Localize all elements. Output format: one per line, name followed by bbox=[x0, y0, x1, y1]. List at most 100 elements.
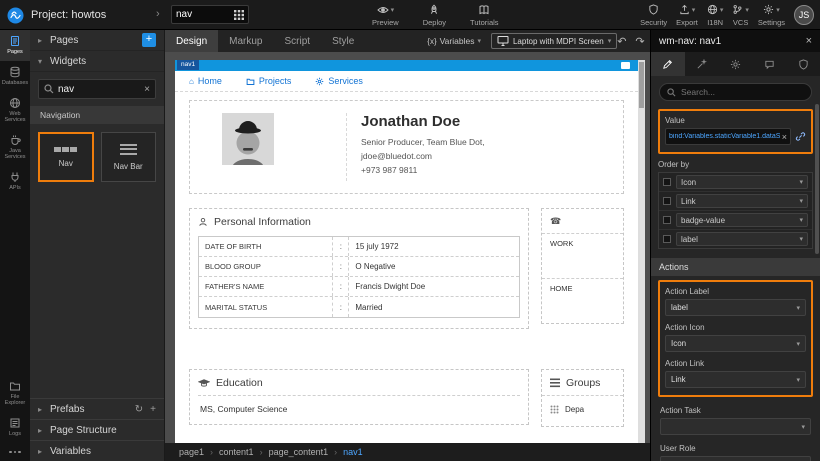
add-prefab-icon[interactable]: + bbox=[150, 404, 156, 415]
tab-style[interactable]: Style bbox=[321, 30, 365, 52]
breadcrumb-nav1[interactable]: nav1 bbox=[343, 447, 363, 457]
link-icon[interactable] bbox=[795, 131, 806, 142]
tab-markup[interactable]: Markup bbox=[218, 30, 273, 52]
rail-item-web-services[interactable]: Web Services bbox=[0, 92, 30, 129]
center-area: Design Markup Script Style {x} Variables… bbox=[165, 30, 650, 461]
profile-info: Jonathan Doe Senior Producer, Team Blue … bbox=[346, 113, 485, 181]
deploy-button[interactable]: Deploy bbox=[423, 4, 446, 27]
close-icon[interactable]: × bbox=[806, 35, 812, 47]
widget-card-nav[interactable]: Nav bbox=[38, 132, 94, 182]
properties-search[interactable] bbox=[659, 83, 812, 101]
more-icon[interactable] bbox=[0, 443, 30, 461]
clear-bind-icon[interactable]: × bbox=[782, 132, 787, 142]
order-dropdown[interactable]: badge-value▾ bbox=[676, 213, 808, 227]
profile-role: Senior Producer, Team Blue Dot, bbox=[361, 137, 485, 147]
checkbox[interactable] bbox=[663, 178, 671, 186]
vcs-button[interactable]: ▾ VCS bbox=[732, 4, 749, 27]
value-label: Value bbox=[665, 116, 806, 125]
nav-widget-selected[interactable]: nav1 bbox=[175, 60, 638, 71]
checkbox[interactable] bbox=[663, 235, 671, 243]
widgets-section-header[interactable]: ▾ Widgets bbox=[30, 51, 164, 72]
checkbox[interactable] bbox=[663, 216, 671, 224]
user-avatar[interactable]: JS bbox=[794, 5, 814, 25]
tab-events[interactable] bbox=[752, 52, 786, 76]
security-button[interactable]: Security bbox=[640, 4, 667, 27]
tab-script[interactable]: Script bbox=[274, 30, 322, 52]
nav-link-projects[interactable]: Projects bbox=[246, 76, 292, 86]
properties-search-input[interactable] bbox=[681, 87, 804, 97]
page-preview[interactable]: nav1 ⌂ Home Projects bbox=[175, 60, 638, 443]
chevron-down-icon: ▾ bbox=[38, 57, 45, 66]
tab-styles[interactable] bbox=[685, 52, 719, 76]
action-task-field: Action Task ▾ bbox=[660, 406, 811, 435]
education-panel[interactable]: Education MS, Computer Science bbox=[189, 369, 529, 425]
action-task-select[interactable]: ▾ bbox=[660, 418, 811, 435]
profile-panel[interactable]: Jonathan Doe Senior Producer, Team Blue … bbox=[189, 100, 624, 194]
grid-icon[interactable] bbox=[234, 10, 244, 20]
widget-search-input[interactable] bbox=[58, 84, 140, 95]
page-body: Jonathan Doe Senior Producer, Team Blue … bbox=[175, 92, 638, 427]
refresh-icon[interactable]: ↻ bbox=[135, 404, 143, 415]
add-page-button[interactable]: + bbox=[142, 33, 156, 47]
order-dropdown[interactable]: Link▾ bbox=[676, 194, 808, 208]
settings-button[interactable]: ▾ Settings bbox=[758, 4, 785, 27]
order-dropdown[interactable]: Icon▾ bbox=[676, 175, 808, 189]
i18n-button[interactable]: ▾ I18N bbox=[707, 4, 724, 27]
search-icon bbox=[667, 88, 676, 97]
export-button[interactable]: ▾ Export bbox=[676, 4, 698, 27]
panel-scrollbar[interactable] bbox=[815, 104, 819, 254]
preview-button[interactable]: ▾ Preview bbox=[372, 4, 399, 27]
gear-icon bbox=[730, 59, 741, 70]
user-role-select[interactable]: ▾ bbox=[660, 456, 811, 461]
left-panel: ▸ Pages + ▾ Widgets × Navigation Nav bbox=[30, 30, 165, 461]
topbar-search-input[interactable] bbox=[176, 9, 231, 20]
clear-search-icon[interactable]: × bbox=[144, 84, 150, 95]
chevron-right-icon: › bbox=[156, 8, 160, 20]
tab-security[interactable] bbox=[786, 52, 820, 76]
action-link-select[interactable]: Link▾ bbox=[665, 371, 806, 388]
widget-search[interactable]: × bbox=[38, 79, 156, 99]
variables-dropdown[interactable]: {x} Variables ▾ bbox=[427, 36, 481, 46]
redo-icon[interactable]: ↷ bbox=[635, 35, 644, 48]
page-scrollbar[interactable] bbox=[638, 60, 645, 443]
contacts-panel[interactable]: ☎ WORK HOME bbox=[541, 208, 624, 324]
tab-config[interactable] bbox=[719, 52, 753, 76]
rail-item-apis[interactable]: APIs bbox=[0, 166, 30, 197]
checkbox[interactable] bbox=[663, 197, 671, 205]
tab-properties[interactable] bbox=[651, 52, 685, 76]
widget-card-navbar[interactable]: Nav Bar bbox=[101, 132, 156, 182]
rail-item-databases[interactable]: Databases bbox=[0, 61, 30, 92]
rail-item-file-explorer[interactable]: File Explorer bbox=[0, 375, 30, 412]
action-label-select[interactable]: label▾ bbox=[665, 299, 806, 316]
topbar-widget-search[interactable] bbox=[171, 5, 249, 24]
pages-section-header[interactable]: ▸ Pages + bbox=[30, 30, 164, 51]
education-item: MS, Computer Science bbox=[198, 395, 520, 424]
order-dropdown[interactable]: label▾ bbox=[676, 232, 808, 246]
actions-section-header: Actions bbox=[651, 258, 820, 276]
breadcrumb-page-content1[interactable]: page_content1 bbox=[269, 447, 329, 457]
rail-item-logs[interactable]: Logs bbox=[0, 412, 30, 443]
breadcrumb-page1[interactable]: page1 bbox=[179, 447, 204, 457]
personal-info-panel[interactable]: Personal Information DATE OF BIRTH : 15 … bbox=[189, 208, 529, 329]
device-selector[interactable]: Laptop with MDPI Screen ▾ bbox=[491, 33, 617, 49]
breadcrumb-content1[interactable]: content1 bbox=[219, 447, 254, 457]
tab-design[interactable]: Design bbox=[165, 30, 218, 52]
undo-icon[interactable]: ↶ bbox=[617, 35, 626, 48]
tutorials-button[interactable]: Tutorials bbox=[470, 4, 498, 27]
prefabs-section-header[interactable]: ▸ Prefabs ↻+ bbox=[30, 398, 164, 419]
app-logo-icon[interactable] bbox=[7, 7, 24, 24]
order-option-link: Link▾ bbox=[659, 192, 812, 211]
rail-item-java-services[interactable]: Java Services bbox=[0, 129, 30, 166]
rail-item-pages[interactable]: Pages bbox=[0, 30, 30, 61]
nav-link-services[interactable]: Services bbox=[315, 76, 363, 86]
action-icon-select[interactable]: Icon▾ bbox=[665, 335, 806, 352]
caret-down-icon: ▾ bbox=[799, 216, 803, 224]
globe-icon bbox=[707, 4, 718, 15]
nav-link-home[interactable]: ⌂ Home bbox=[189, 76, 222, 86]
nav-toggle-icon[interactable] bbox=[621, 62, 630, 69]
groups-panel[interactable]: Groups Depa bbox=[541, 369, 624, 427]
value-bind-input[interactable]: bind:Variables.staticVariable1.dataSet × bbox=[665, 128, 791, 145]
page-structure-section-header[interactable]: ▸ Page Structure bbox=[30, 419, 164, 440]
book-icon bbox=[478, 4, 490, 16]
variables-section-header[interactable]: ▸ Variables bbox=[30, 440, 164, 461]
